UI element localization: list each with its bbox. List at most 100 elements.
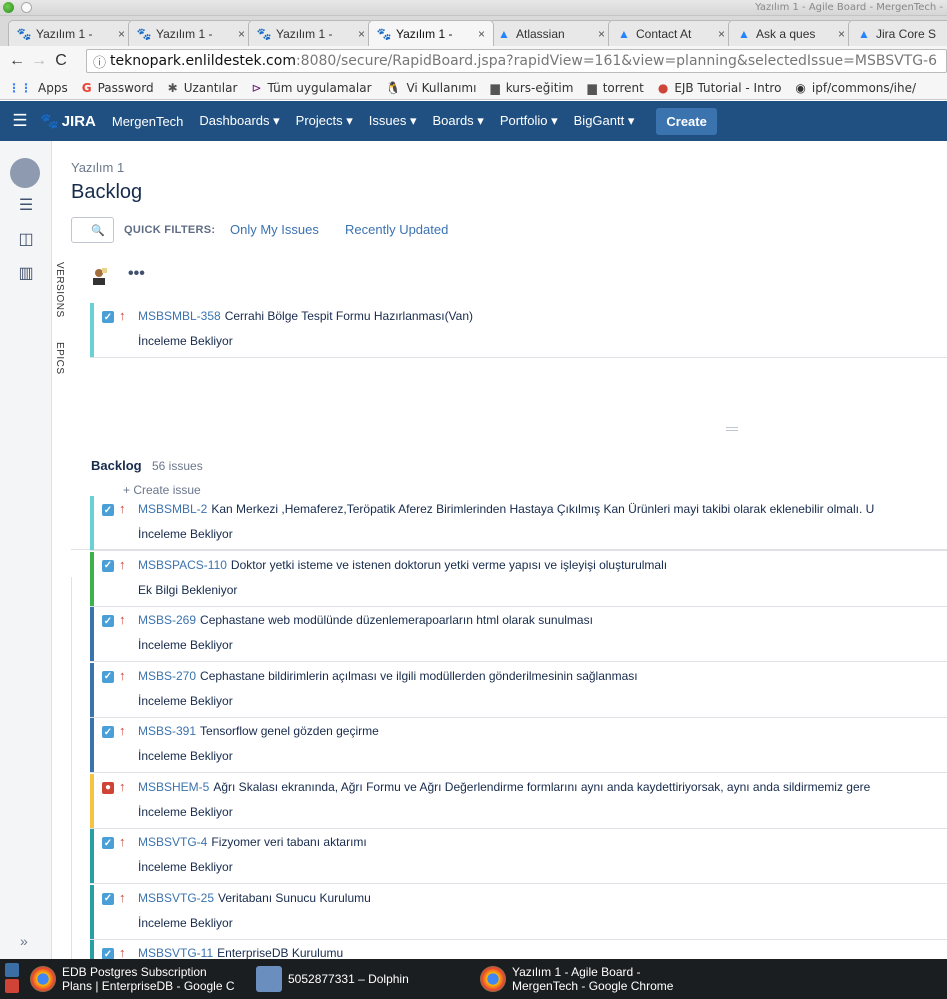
menu-icon[interactable]: ☰: [0, 111, 40, 131]
tab-label: Yazılım 1 -: [156, 26, 213, 41]
bookmark-vi[interactable]: 🐧 Vi Kullanımı: [386, 81, 477, 95]
browser-tab-active[interactable]: 🐾 Yazılım 1 - ×: [368, 20, 494, 46]
bug-type-icon: ●: [102, 781, 114, 794]
back-arrow-icon[interactable]: ←: [6, 52, 28, 70]
browser-tab[interactable]: 🐾 Yazılım 1 - ×: [128, 20, 254, 46]
issue-summary: Kan Merkezi ,Hemaferez,Teröpatik Aferez …: [211, 502, 875, 516]
taskbar-item-dolphin[interactable]: 5052877331 – Dolphin: [256, 963, 466, 995]
issue-line: MSBSVTG-4 Fizyomer veri tabanı aktarımı: [138, 835, 947, 849]
quick-filter-only-my-issues[interactable]: Only My Issues: [230, 222, 319, 237]
issue-key[interactable]: MSBSMBL-358: [138, 309, 221, 323]
issue-row[interactable]: ● ↑ MSBSHEM-5 Ağrı Skalası ekranında, Ağrı …: [90, 773, 947, 829]
issue-row[interactable]: ✓ ↑ MSBSMBL-358 Cerrahi Bölge Tespit Form…: [90, 303, 947, 358]
issue-row[interactable]: ✓ ↑ MSBS-270 Cephastane bildirimlerin açılm…: [90, 662, 947, 718]
epic-color-stripe: [90, 773, 94, 828]
active-sprints-icon[interactable]: ◫: [16, 229, 36, 249]
browser-tab[interactable]: ▲ Jira Core S: [848, 20, 947, 46]
create-button[interactable]: Create: [656, 107, 717, 135]
project-avatar[interactable]: [10, 158, 40, 188]
bookmark-folder-torrent[interactable]: ▆ torrent: [587, 81, 643, 95]
create-issue-link[interactable]: + Create issue: [123, 483, 201, 497]
assignee-avatar[interactable]: [90, 267, 108, 285]
bookmark-folder-kurs[interactable]: ▆ kurs-eğitim: [490, 81, 573, 95]
forward-arrow-icon[interactable]: →: [28, 52, 50, 70]
taskbar-item-chrome-active[interactable]: Yazılım 1 - Agile Board - MergenTech - Go…: [480, 963, 700, 995]
task-type-icon: ✓: [102, 837, 114, 849]
issue-key[interactable]: MSBSVTG-11: [138, 946, 213, 960]
nav-projects[interactable]: Projects ▾: [296, 113, 353, 129]
issue-line: MSBS-270 Cephastane bildirimlerin açılmas…: [138, 669, 947, 683]
close-tab-icon[interactable]: ×: [478, 27, 485, 41]
taskbar-line1: EDB Postgres Subscription: [62, 965, 207, 979]
nav-dashboards[interactable]: Dashboards ▾: [199, 113, 279, 129]
address-bar: ← → C ⓘ teknopark.enlildestek.com:8080/s…: [0, 46, 947, 76]
issue-key[interactable]: MSBS-391: [138, 724, 196, 738]
issue-key[interactable]: MSBS-269: [138, 613, 196, 627]
issue-status: İnceleme Bekliyor: [138, 527, 233, 541]
search-icon: 🔍: [91, 224, 105, 237]
issue-row[interactable]: ✓ ↑ MSBSVTG-4 Fizyomer veri tabanı aktarımı…: [90, 829, 947, 884]
quick-filter-recently-updated[interactable]: Recently Updated: [345, 222, 448, 237]
priority-high-icon: ↑: [119, 889, 126, 905]
close-tab-icon[interactable]: ×: [598, 27, 605, 41]
issue-key[interactable]: MSBSVTG-25: [138, 891, 214, 905]
more-icon[interactable]: •••: [128, 265, 145, 283]
issue-line: MSBS-391 Tensorflow genel gözden geçirme: [138, 724, 947, 738]
info-icon[interactable]: ⓘ: [93, 52, 106, 71]
epic-color-stripe: [90, 829, 94, 883]
tab-label: Yazılım 1 -: [36, 26, 93, 41]
bookmark-github[interactable]: ◉ ipf/commons/ihe/: [795, 81, 916, 95]
issue-key[interactable]: MSBSVTG-4: [138, 835, 207, 849]
epics-tab[interactable]: EPICS: [54, 342, 65, 375]
browser-tab[interactable]: ▲ Contact At ×: [608, 20, 734, 46]
issue-key[interactable]: MSBSHEM-5: [138, 780, 209, 794]
window-control-icon[interactable]: [21, 2, 32, 13]
issue-row[interactable]: ✓ ↑ MSBS-391 Tensorflow genel gözden geçirm…: [90, 718, 947, 773]
issue-row[interactable]: ✓ ↑ MSBSMBL-2 Kan Merkezi ,Hemaferez,Teröpa…: [90, 496, 947, 551]
taskbar-line2: Plans | EnterpriseDB - Google C: [62, 979, 235, 993]
bookmark-password[interactable]: G Password: [82, 81, 154, 95]
nav-portfolio[interactable]: Portfolio ▾: [500, 113, 558, 129]
taskbar-item-edb[interactable]: EDB Postgres Subscription Plans | Enterpr…: [30, 963, 250, 995]
task-type-icon: ✓: [102, 670, 114, 683]
browser-tab[interactable]: ▲ Atlassian ×: [488, 20, 614, 46]
issue-row[interactable]: ✓ ↑ MSBSVTG-25 Veritabanı Sunucu Kurulumu İn…: [90, 884, 947, 940]
browser-tab[interactable]: 🐾 Yazılım 1 - ×: [248, 20, 374, 46]
bookmark-apps[interactable]: ⋮⋮ Apps: [8, 81, 68, 95]
atlassian-icon: ▲: [618, 26, 630, 41]
project-name[interactable]: Yazılım 1: [71, 160, 124, 175]
close-tab-icon[interactable]: ×: [238, 27, 245, 41]
backlog-icon[interactable]: ☰: [16, 195, 36, 215]
issue-key[interactable]: MSBSMBL-2: [138, 502, 207, 516]
close-tab-icon[interactable]: ×: [358, 27, 365, 41]
start-menu-icon[interactable]: [2, 961, 22, 997]
reload-icon[interactable]: C: [50, 52, 72, 70]
search-input[interactable]: 🔍: [71, 217, 114, 243]
browser-tab[interactable]: ▲ Ask a ques ×: [728, 20, 854, 46]
bookmark-ejb[interactable]: ● EJB Tutorial - Intro: [658, 81, 782, 95]
expand-sidebar-icon[interactable]: »: [20, 933, 28, 949]
browser-tab[interactable]: 🐾 Yazılım 1 - ×: [8, 20, 134, 46]
bookmark-all-apps[interactable]: ⊳ Tüm uygulamalar: [251, 81, 371, 95]
nav-issues[interactable]: Issues ▾: [369, 113, 417, 129]
close-tab-icon[interactable]: ×: [838, 27, 845, 41]
close-tab-icon[interactable]: ×: [118, 27, 125, 41]
jira-header: ☰ 🐾 JIRA MergenTech Dashboards ▾ Projects…: [0, 101, 947, 141]
bookmark-extensions[interactable]: ✱ Uzantılar: [168, 81, 238, 95]
epic-color-stripe: [90, 662, 94, 717]
issue-row[interactable]: ✓ ↑ MSBSPACS-110 Doktor yetki isteme ve ist…: [90, 551, 947, 607]
epic-color-stripe: [90, 718, 94, 772]
reports-icon[interactable]: ▥: [16, 263, 36, 283]
issue-row[interactable]: ✓ ↑ MSBS-269 Cephastane web modülünde düzen…: [90, 607, 947, 662]
resize-handle-icon[interactable]: [726, 427, 738, 431]
issue-status: İnceleme Bekliyor: [138, 334, 233, 348]
close-tab-icon[interactable]: ×: [718, 27, 725, 41]
nav-biggantt[interactable]: BigGantt ▾: [574, 113, 635, 129]
issue-key[interactable]: MSBS-270: [138, 669, 196, 683]
url-input[interactable]: ⓘ teknopark.enlildestek.com:8080/secure/…: [86, 49, 947, 73]
org-name[interactable]: MergenTech: [112, 114, 184, 129]
nav-boards[interactable]: Boards ▾: [432, 113, 483, 129]
jira-logo[interactable]: 🐾 JIRA: [40, 112, 96, 130]
issue-key[interactable]: MSBSPACS-110: [138, 558, 227, 572]
versions-tab[interactable]: VERSIONS: [54, 262, 65, 318]
